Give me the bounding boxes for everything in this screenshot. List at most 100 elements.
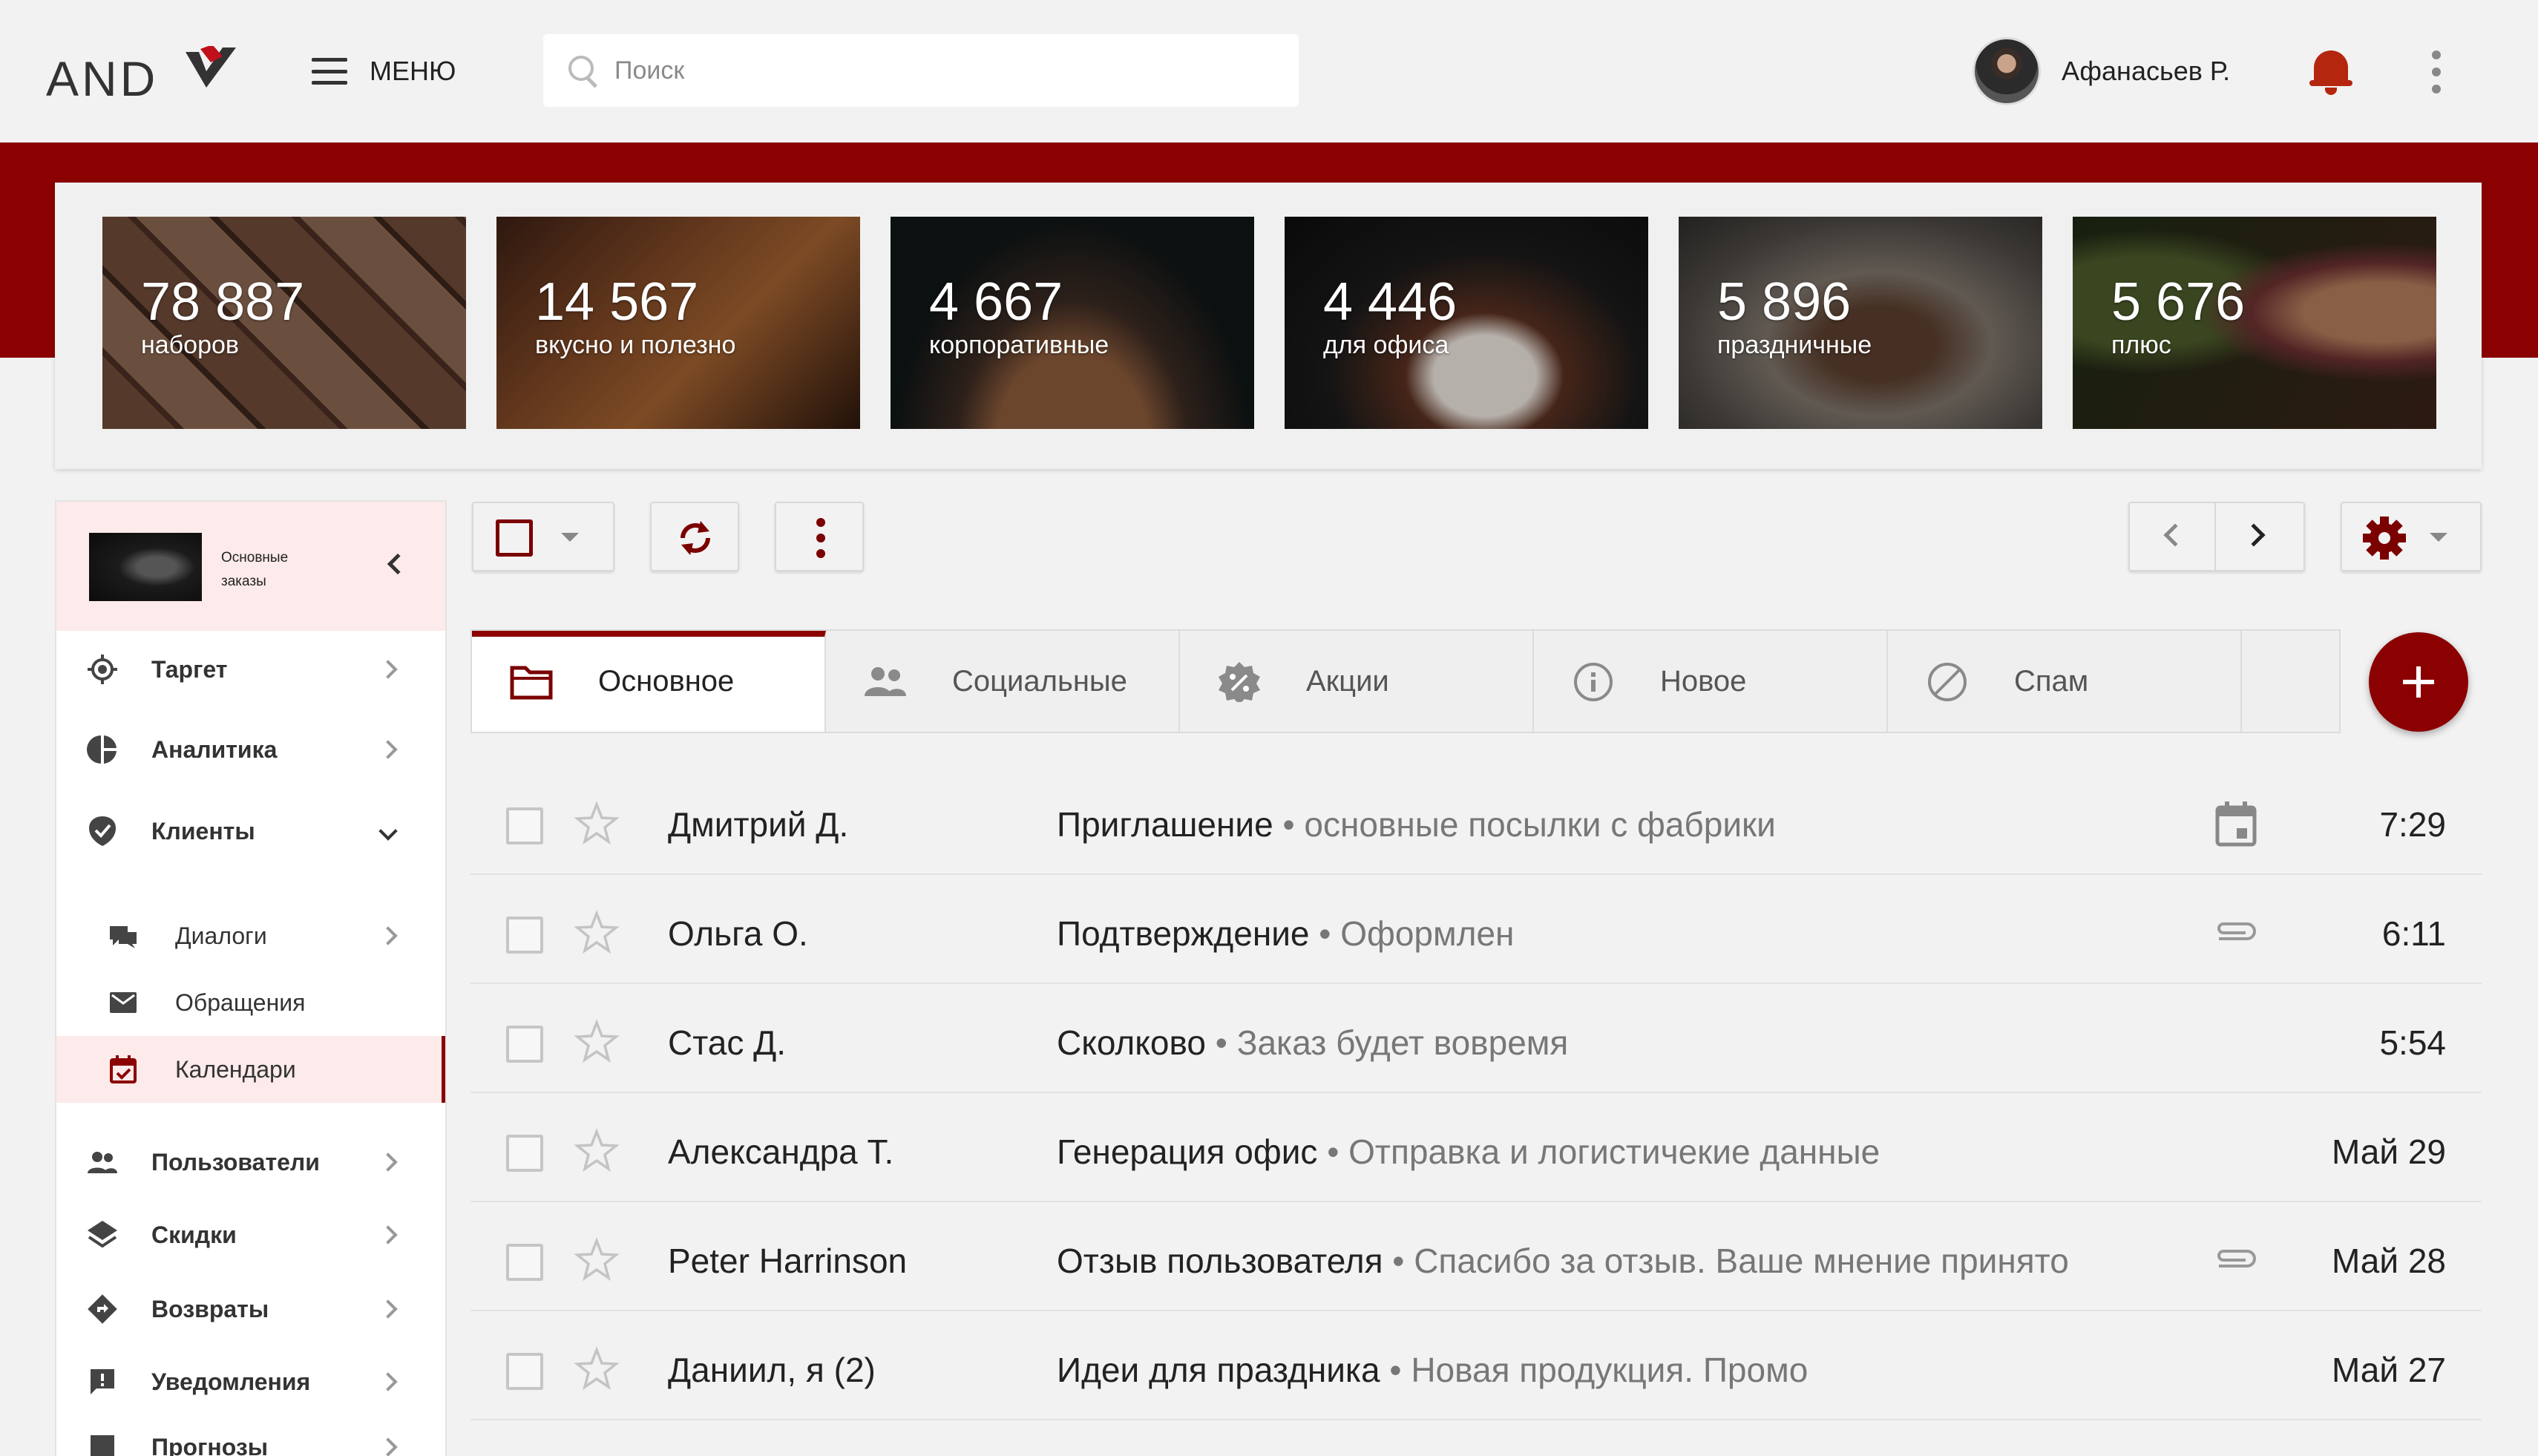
- row-checkbox[interactable]: [506, 1135, 543, 1172]
- stat-label: наборов: [141, 331, 239, 359]
- stat-value: 4 667: [929, 272, 1063, 332]
- top-bar: AND МЕНЮ Афанасьев Р.: [0, 0, 2538, 142]
- sidebar-item-returns[interactable]: Возвраты: [56, 1273, 445, 1345]
- sidebar-subitem-requests[interactable]: Обращения: [56, 969, 445, 1036]
- sidebar-thumbnail: [89, 533, 202, 601]
- sidebar-item-forecasts[interactable]: Прогнозы: [56, 1411, 445, 1456]
- message-sender: Ольга О.: [668, 914, 808, 953]
- chevron-right-icon: [378, 1437, 398, 1456]
- message-sender: Даниил, я (2): [668, 1351, 876, 1389]
- menu-button[interactable]: МЕНЮ: [312, 47, 456, 95]
- sidebar-item-label: Уведомления: [151, 1368, 311, 1395]
- compose-button[interactable]: [2369, 632, 2468, 732]
- bell-icon[interactable]: [2308, 46, 2354, 98]
- row-checkbox[interactable]: [506, 916, 543, 954]
- star-icon[interactable]: [573, 800, 620, 847]
- collapse-sidebar-button[interactable]: [377, 546, 414, 583]
- star-icon[interactable]: [573, 1236, 620, 1284]
- message-row[interactable]: Стас Д. Сколково • Заказ будет вовремя 5…: [470, 984, 2482, 1093]
- stat-value: 4 446: [1323, 272, 1457, 332]
- tab-new[interactable]: Новое: [1534, 631, 1888, 732]
- chevron-right-icon: [378, 1372, 398, 1391]
- tab-label: Акции: [1306, 665, 1389, 698]
- message-row[interactable]: Ольга О. Подтверждение • Оформлен 6:11: [470, 875, 2482, 984]
- stat-card[interactable]: 5 896 праздничные: [1679, 217, 2042, 429]
- row-checkbox[interactable]: [506, 1026, 543, 1063]
- target-icon: [86, 653, 119, 686]
- caret-down-icon: [2430, 533, 2447, 542]
- message-snippet: Заказ будет вовремя: [1236, 1023, 1569, 1062]
- refresh-button[interactable]: [650, 502, 739, 571]
- sidebar-subgroup: Диалоги Обращения Календари: [56, 902, 445, 1107]
- pie-chart-icon: [86, 733, 119, 766]
- chevron-right-icon: [378, 740, 398, 759]
- sidebar-subitem-label: Диалоги: [175, 922, 267, 949]
- row-checkbox[interactable]: [506, 807, 543, 845]
- next-page-button[interactable]: [2217, 503, 2303, 570]
- sidebar-subitem-dialogs[interactable]: Диалоги: [56, 902, 445, 969]
- star-icon[interactable]: [573, 1127, 620, 1175]
- tab-primary[interactable]: Основное: [472, 631, 826, 732]
- chevron-right-icon: [378, 1299, 398, 1319]
- settings-dropdown[interactable]: [2341, 502, 2482, 571]
- message-subject: Приглашение: [1057, 805, 1273, 844]
- sidebar-item-notifications[interactable]: Уведомления: [56, 1346, 445, 1417]
- sidebar-item-label: Таргет: [151, 655, 228, 683]
- message-time: Май 29: [2331, 1132, 2446, 1171]
- message-row[interactable]: Peter Harrinson Отзыв пользователя • Спа…: [470, 1202, 2482, 1311]
- message-time: 6:11: [2381, 914, 2446, 953]
- pagination: [2128, 502, 2305, 571]
- prev-page-button[interactable]: [2130, 503, 2216, 570]
- message-sender: Александра Т.: [668, 1132, 894, 1171]
- calendar-icon: [2215, 801, 2257, 847]
- message-subject-line: Идеи для праздника • Новая продукция. Пр…: [1057, 1351, 1809, 1389]
- message-time: Май 28: [2331, 1242, 2446, 1280]
- user-profile[interactable]: Афанасьев Р.: [1973, 37, 2230, 105]
- logo[interactable]: AND: [46, 40, 239, 107]
- search-input[interactable]: [614, 56, 1268, 85]
- star-icon[interactable]: [573, 1018, 620, 1066]
- sidebar-item-analytics[interactable]: Аналитика: [56, 714, 445, 785]
- sidebar-item-discounts[interactable]: Скидки: [56, 1199, 445, 1270]
- stat-card[interactable]: 4 446 для офиса: [1285, 217, 1648, 429]
- chart-icon: [86, 1431, 119, 1456]
- stat-card[interactable]: 78 887 наборов: [102, 217, 466, 429]
- sidebar: Основные заказы Таргет Аналитика Клиенты…: [55, 500, 447, 1456]
- star-icon[interactable]: [573, 1345, 620, 1393]
- more-vert-icon[interactable]: [2425, 46, 2447, 98]
- layers-icon: [86, 1219, 119, 1251]
- menu-label: МЕНЮ: [370, 56, 456, 86]
- sidebar-item-label: Возвраты: [151, 1295, 269, 1322]
- tab-spam[interactable]: Спам: [1888, 631, 2242, 732]
- sidebar-item-clients[interactable]: Клиенты: [56, 796, 445, 867]
- star-icon[interactable]: [573, 909, 620, 957]
- user-name: Афанасьев Р.: [2062, 56, 2231, 86]
- tab-label: Спам: [2014, 665, 2089, 698]
- people-icon: [86, 1146, 119, 1178]
- select-all-checkbox-icon: [496, 519, 533, 557]
- tab-social[interactable]: Социальные: [826, 631, 1180, 732]
- select-all-dropdown[interactable]: [472, 502, 614, 571]
- message-time: 5:54: [2379, 1023, 2446, 1062]
- row-checkbox[interactable]: [506, 1353, 543, 1390]
- tab-promotions[interactable]: Акции: [1180, 631, 1534, 732]
- message-row[interactable]: Дмитрий Д. Приглашение • основные посылк…: [470, 766, 2482, 875]
- message-sender: Стас Д.: [668, 1023, 787, 1062]
- stat-card[interactable]: 14 567 вкусно и полезно: [496, 217, 860, 429]
- message-row[interactable]: Александра Т. Генерация офис • Отправка …: [470, 1093, 2482, 1202]
- more-actions-button[interactable]: [775, 502, 864, 571]
- row-checkbox[interactable]: [506, 1244, 543, 1281]
- stats-panel: 78 887 наборов 14 567 вкусно и полезно 4…: [55, 183, 2482, 469]
- verified-shield-icon: [86, 815, 119, 847]
- stat-label: плюс: [2111, 331, 2171, 359]
- stat-card[interactable]: 4 667 корпоративные: [891, 217, 1254, 429]
- message-row[interactable]: Даниил, я (2) Идеи для праздника • Новая…: [470, 1311, 2482, 1420]
- chevron-right-icon: [378, 926, 398, 945]
- sidebar-subitem-calendars[interactable]: Календари: [56, 1036, 445, 1103]
- logo-mark-icon: [186, 46, 236, 88]
- sidebar-subitem-label: Календари: [175, 1055, 296, 1083]
- mail-icon: [108, 988, 138, 1017]
- sidebar-item-target[interactable]: Таргет: [56, 634, 445, 705]
- sidebar-item-users[interactable]: Пользователи: [56, 1127, 445, 1198]
- stat-card[interactable]: 5 676 плюс: [2073, 217, 2436, 429]
